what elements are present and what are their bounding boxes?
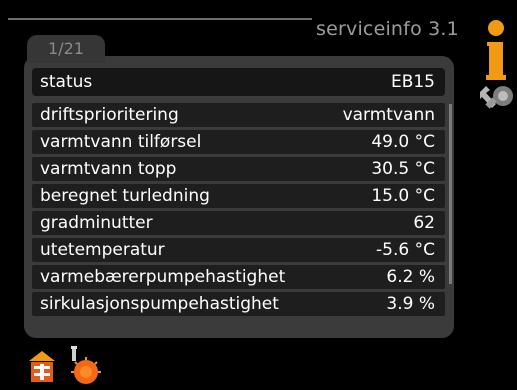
info-icon-dot bbox=[488, 20, 504, 36]
row-value: -5.6 °C bbox=[376, 240, 435, 260]
row-label: sirkulasjonspumpehastighet bbox=[40, 294, 279, 314]
scrollbar[interactable] bbox=[449, 104, 452, 284]
list-item[interactable]: driftsprioritering varmtvann bbox=[32, 103, 445, 127]
list-item[interactable]: beregnet turledning 15.0 °C bbox=[32, 184, 445, 208]
info-icon[interactable] bbox=[486, 20, 506, 80]
row-value: 15.0 °C bbox=[371, 186, 435, 206]
list-item[interactable]: utetemperatur -5.6 °C bbox=[32, 238, 445, 262]
list-item[interactable]: sirkulasjonspumpehastighet 3.9 % bbox=[32, 292, 445, 316]
row-value: 49.0 °C bbox=[371, 132, 435, 152]
status-label: status bbox=[40, 72, 93, 92]
house-heating-icon[interactable] bbox=[28, 350, 56, 384]
row-label: gradminutter bbox=[40, 213, 153, 233]
row-value: 62 bbox=[413, 213, 435, 233]
heat-source-icon[interactable] bbox=[66, 345, 102, 387]
row-label: varmtvann tilførsel bbox=[40, 132, 202, 152]
header-divider bbox=[8, 18, 312, 20]
page-indicator-tab[interactable]: 1/21 bbox=[27, 35, 105, 63]
page-title: serviceinfo 3.1 bbox=[316, 18, 459, 40]
list-item[interactable]: gradminutter 62 bbox=[32, 211, 445, 235]
row-label: varmtvann topp bbox=[40, 159, 177, 179]
list-item[interactable]: varmtvann tilførsel 49.0 °C bbox=[32, 130, 445, 154]
row-label: varmebærerpumpehastighet bbox=[40, 267, 286, 287]
row-label: driftsprioritering bbox=[40, 105, 179, 125]
row-value: varmtvann bbox=[342, 105, 435, 125]
row-label: beregnet turledning bbox=[40, 186, 210, 206]
row-value: 3.9 % bbox=[386, 294, 435, 314]
status-row[interactable]: status EB15 bbox=[32, 68, 445, 96]
list-item[interactable]: varmebærerpumpehastighet 6.2 % bbox=[32, 265, 445, 289]
list-item[interactable]: varmtvann topp 30.5 °C bbox=[32, 157, 445, 181]
tools-icon[interactable] bbox=[478, 82, 514, 112]
row-value: 6.2 % bbox=[386, 267, 435, 287]
info-icon-stem bbox=[486, 42, 506, 80]
row-value: 30.5 °C bbox=[371, 159, 435, 179]
status-value: EB15 bbox=[390, 72, 435, 92]
info-list: driftsprioritering varmtvann varmtvann t… bbox=[32, 103, 445, 319]
row-label: utetemperatur bbox=[40, 240, 165, 260]
